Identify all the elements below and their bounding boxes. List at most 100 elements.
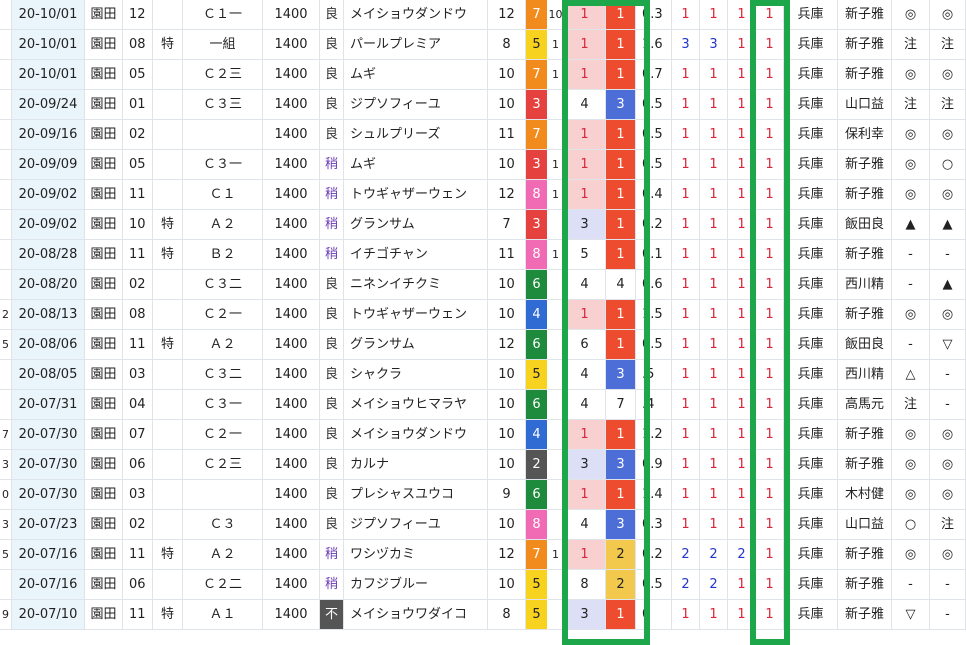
table-row[interactable]: 20-10/01 園田 12 Ｃ１一 1400 良メイショウダンドウ 12 7 10 1 1 0.3 1… [0, 0, 966, 30]
table-row[interactable]: 20-09/02 園田 10 特 Ａ２ 1400 稍グランサム 7 3 3 1 0.2 1 1 1 1 兵庫 飯田… [0, 210, 966, 240]
cell-dist: 1400 [263, 330, 320, 360]
cell-p2: 1 [606, 150, 636, 180]
cell-loc: 兵庫 [784, 90, 838, 120]
cell-c2: 2 [700, 540, 728, 570]
cell-race: 08 [123, 300, 153, 330]
cell-p1: 1 [564, 30, 606, 60]
cell-p1: 1 [564, 180, 606, 210]
table-row[interactable]: 5 20-08/06 園田 11 特 Ａ２ 1400 良グランサム 12 6 6 1 0.5 1 1 1 1 兵庫… [0, 330, 966, 360]
table-row[interactable]: 20-08/28 園田 11 特 Ｂ２ 1400 稍イチゴチャン 11 8 1 5 1 0.1 1 1 1 1 兵… [0, 240, 966, 270]
cell-jockey: 新子雅 [838, 180, 892, 210]
cell-c3: 1 [728, 0, 756, 30]
table-row[interactable]: 3 20-07/23 園田 02 Ｃ３ 1400 良ジプソフィーユ 10 8 4 3 0.3 1 1 1 1 兵… [0, 510, 966, 540]
cell-t: 0 [636, 600, 672, 630]
table-row[interactable]: 20-09/24 園田 01 Ｃ３三 1400 良ジプソフィーユ 10 3 4 3 0.5 1 1 1 1 兵… [0, 90, 966, 120]
cell-weather: 不 [320, 600, 344, 630]
cell-m2: 注 [930, 30, 966, 60]
cell-special [153, 90, 183, 120]
cell-c3: 2 [728, 540, 756, 570]
cell-jockey: 新子雅 [838, 570, 892, 600]
cell-c1: 1 [672, 480, 700, 510]
table-row[interactable]: 20-07/31 園田 04 Ｃ３一 1400 良メイショウヒマラヤ 10 6 4 7.4 1 1 1 1… [0, 390, 966, 420]
cell-m1: ▲ [892, 210, 930, 240]
cell-p2: 2 [606, 540, 636, 570]
table-row[interactable]: 20-09/02 園田 11 Ｃ１ 1400 稍トウギャザーウェン 12 8 1 1 1 0.4 1 1 1… [0, 180, 966, 210]
cell-special: 特 [153, 540, 183, 570]
table-row[interactable]: 20-08/05 園田 03 Ｃ３二 1400 良シャクラ 10 5 4 3.5 1 1 1 1 兵庫 西川精… [0, 360, 966, 390]
cell-c1: 1 [672, 210, 700, 240]
table-row[interactable]: 20-10/01 園田 08 特一組 1400 良パールプレミア 8 5 1 1 1 1.6 3 3 1 1 兵… [0, 30, 966, 60]
cell-m1: ◎ [892, 180, 930, 210]
cell-fin: 1 [756, 150, 784, 180]
cell-cls: Ｃ２三 [183, 450, 263, 480]
cell-fin: 1 [756, 390, 784, 420]
table-row[interactable]: 20-08/20 園田 02 Ｃ３二 1400 良ニネンイチクミ 10 6 4 4 0.6 1 1 1 1 兵… [0, 270, 966, 300]
cell-dist: 1400 [263, 120, 320, 150]
cell-c1: 1 [672, 510, 700, 540]
cell-loc: 兵庫 [784, 510, 838, 540]
cell-loc: 兵庫 [784, 390, 838, 420]
cell-track: 園田 [85, 540, 123, 570]
cell-p1: 4 [564, 360, 606, 390]
cell-m1: ◎ [892, 450, 930, 480]
cell-lead: 3 [0, 450, 12, 480]
cell-m2: ◎ [930, 180, 966, 210]
cell-lead [0, 180, 12, 210]
cell-special [153, 0, 183, 30]
cell-horse: トウギャザーウェン [344, 300, 488, 330]
cell-special [153, 450, 183, 480]
cell-jockey: 新子雅 [838, 150, 892, 180]
cell-dist: 1400 [263, 540, 320, 570]
cell-date: 20-07/30 [12, 450, 85, 480]
cell-lead [0, 270, 12, 300]
table-row[interactable]: 7 20-07/30 園田 07 Ｃ２一 1400 良メイショウダンドウ 10 4 1 1 1.2 1 1… [0, 420, 966, 450]
cell-dist: 1400 [263, 180, 320, 210]
cell-t: 1.2 [636, 420, 672, 450]
cell-c2: 1 [700, 330, 728, 360]
cell-c1: 2 [672, 570, 700, 600]
cell-cls: 一組 [183, 30, 263, 60]
cell-c1: 1 [672, 420, 700, 450]
cell-date: 20-08/28 [12, 240, 85, 270]
cell-c1: 1 [672, 390, 700, 420]
cell-field: 10 [488, 450, 526, 480]
cell-date: 20-08/06 [12, 330, 85, 360]
cell-lead: 0 [0, 480, 12, 510]
cell-jockey: 新子雅 [838, 240, 892, 270]
cell-dist: 1400 [263, 480, 320, 510]
table-row[interactable]: 3 20-07/30 園田 06 Ｃ２三 1400 良カルナ 10 2 3 3 0.9 1 1 1 1 兵庫 新子… [0, 450, 966, 480]
cell-c2: 1 [700, 240, 728, 270]
cell-gate: 8 [526, 240, 548, 270]
cell-p1: 1 [564, 0, 606, 30]
table-row[interactable]: 5 20-07/16 園田 11 特 Ａ２ 1400 稍ワシヅカミ 12 7 1 1 2 0.2 2 2 2 1 兵… [0, 540, 966, 570]
cell-special: 特 [153, 210, 183, 240]
table-row[interactable]: 20-10/01 園田 05 Ｃ２三 1400 良ムギ 10 7 1 1 1 0.7 1 1 1 1 兵庫 新子雅… [0, 60, 966, 90]
cell-horse: ニネンイチクミ [344, 270, 488, 300]
cell-t: 0.6 [636, 270, 672, 300]
table-row[interactable]: 0 20-07/30 園田 03 1400 良プレシャスユウコ 9 6 1 1 1.4 1 1 1 1 兵庫木… [0, 480, 966, 510]
cell-weather: 稍 [320, 540, 344, 570]
cell-c2: 1 [700, 60, 728, 90]
cell-m1: - [892, 240, 930, 270]
cell-weather: 良 [320, 330, 344, 360]
cell-c2: 1 [700, 210, 728, 240]
cell-c2: 1 [700, 150, 728, 180]
cell-h: 1 [548, 30, 564, 60]
cell-horse: メイショウダンドウ [344, 420, 488, 450]
table-row[interactable]: 9 20-07/10 園田 11 特 Ａ１ 1400 不メイショウワダイコ 8 5 3 1 0 1 1 1 1 兵… [0, 600, 966, 630]
cell-c3: 1 [728, 420, 756, 450]
table-row[interactable]: 20-07/16 園田 06 Ｃ２二 1400 稍カフジブルー 10 5 8 2 0.5 2 2 1 1 兵庫… [0, 570, 966, 600]
cell-p2: 3 [606, 360, 636, 390]
cell-race: 06 [123, 450, 153, 480]
cell-horse: メイショウワダイコ [344, 600, 488, 630]
cell-fin: 1 [756, 240, 784, 270]
table-row[interactable]: 20-09/16 園田 02 1400 良シュルプリーズ 11 7 1 1 0.5 1 1 1 1 兵庫 保利… [0, 120, 966, 150]
cell-m2: - [930, 390, 966, 420]
table-row[interactable]: 2 20-08/13 園田 08 Ｃ２一 1400 良トウギャザーウェン 10 4 1 1 1.5 1 1… [0, 300, 966, 330]
table-row[interactable]: 20-09/09 園田 05 Ｃ３一 1400 稍ムギ 10 3 1 1 1 0.5 1 1 1 1 兵庫 新子雅… [0, 150, 966, 180]
cell-h [548, 390, 564, 420]
cell-h: 1 [548, 240, 564, 270]
cell-h: 1 [548, 60, 564, 90]
cell-gate: 6 [526, 270, 548, 300]
cell-gate: 7 [526, 0, 548, 30]
